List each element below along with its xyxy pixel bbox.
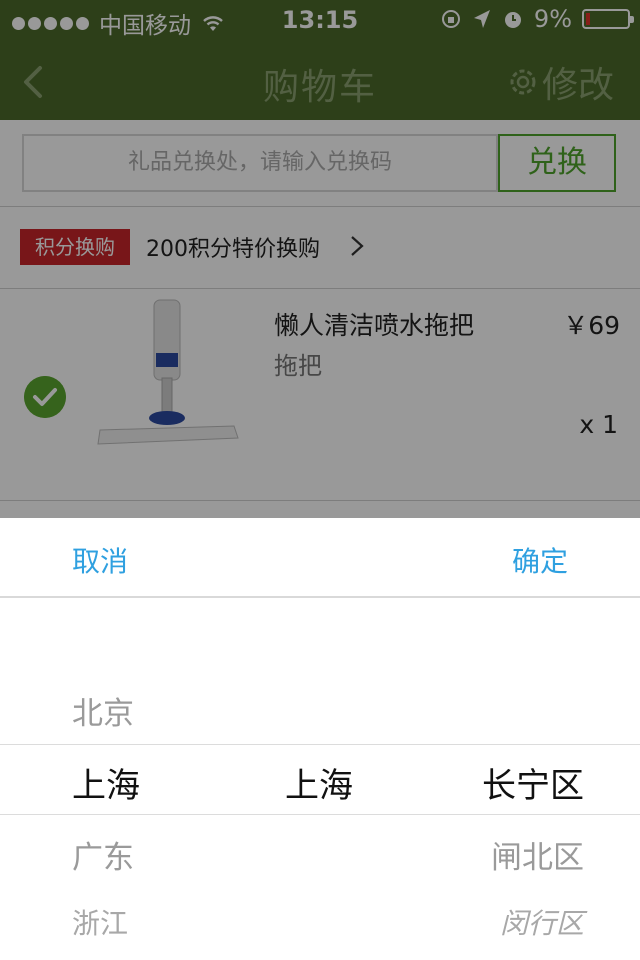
region-picker: 北京 上海 广东 浙江 上海 长宁区 闸北区 闵行区 <box>0 600 640 960</box>
district-option[interactable]: 闵行区 <box>500 902 584 942</box>
region-picker-sheet: 取消 确定 北京 上海 广东 浙江 上海 长宁区 闸北区 闵行区 <box>0 518 640 960</box>
cancel-button[interactable]: 取消 <box>72 540 128 580</box>
city-option-selected[interactable]: 上海 <box>285 758 353 807</box>
district-option[interactable]: 闸北区 <box>491 832 584 877</box>
modal-backdrop[interactable] <box>0 0 640 518</box>
province-wheel[interactable]: 北京 上海 广东 浙江 <box>0 600 213 960</box>
confirm-button[interactable]: 确定 <box>512 540 568 580</box>
district-option-selected[interactable]: 长宁区 <box>482 758 584 807</box>
province-option-selected[interactable]: 上海 <box>72 758 140 807</box>
province-option[interactable]: 浙江 <box>72 902 128 942</box>
province-option[interactable]: 北京 <box>72 688 134 733</box>
picker-toolbar: 取消 确定 <box>0 518 640 598</box>
city-wheel[interactable]: 上海 <box>213 600 426 960</box>
district-wheel[interactable]: 长宁区 闸北区 闵行区 <box>426 600 640 960</box>
province-option[interactable]: 广东 <box>72 832 134 877</box>
